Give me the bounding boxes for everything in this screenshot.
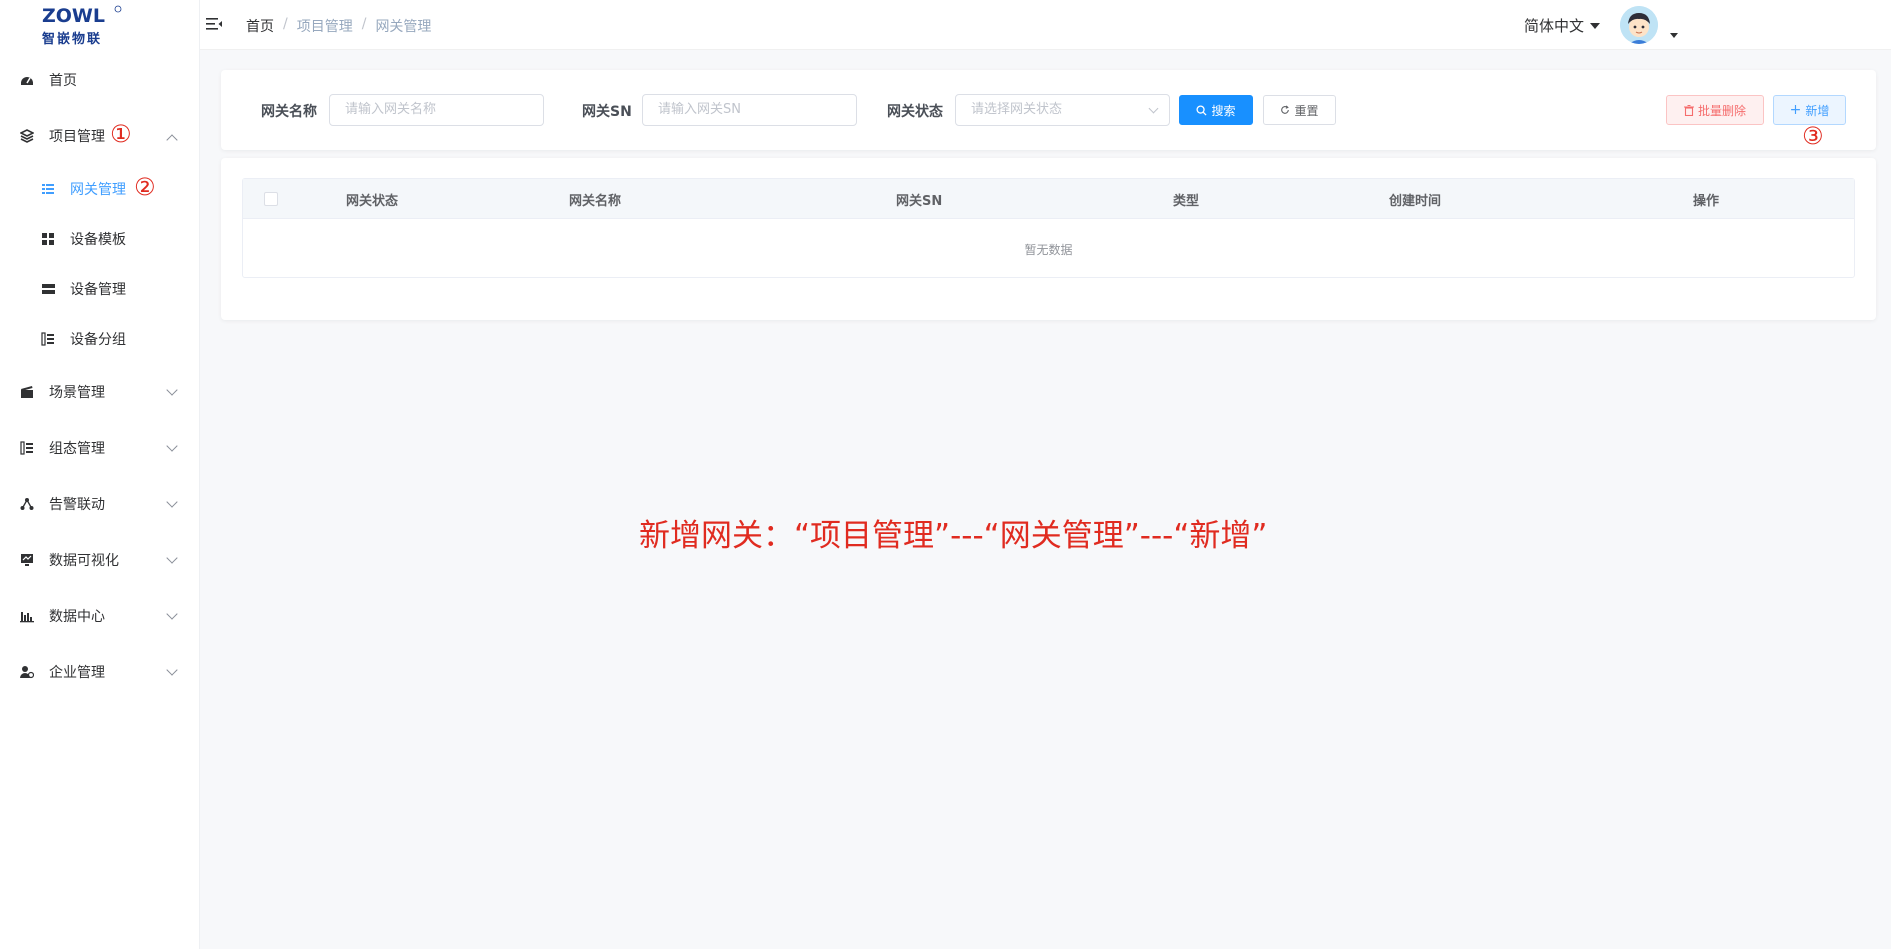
sidebar-item-label: 场景管理 bbox=[49, 385, 105, 401]
column-header[interactable]: 类型 bbox=[1173, 190, 1199, 209]
chevron-down-icon bbox=[166, 664, 178, 676]
network-icon bbox=[19, 496, 35, 512]
sidebar-item-datacenter[interactable]: 数据中心 bbox=[0, 588, 199, 644]
table-panel: 网关状态 网关名称 网关SN 类型 创建时间 操作 暂无数据 bbox=[221, 158, 1876, 320]
sidebar-item-project[interactable]: 项目管理 ① bbox=[0, 108, 199, 164]
sidebar-item-config[interactable]: 组态管理 bbox=[0, 420, 199, 476]
menu-fold-icon[interactable] bbox=[206, 16, 222, 32]
sidebar-subitem-label: 设备模板 bbox=[70, 232, 126, 248]
instruction-annotation: 新增网关：“项目管理”---“网关管理”---“新增” bbox=[639, 518, 1268, 554]
search-icon bbox=[1196, 104, 1208, 116]
breadcrumb-home[interactable]: 首页 bbox=[246, 16, 274, 36]
gateway-table: 网关状态 网关名称 网关SN 类型 创建时间 操作 暂无数据 bbox=[242, 178, 1855, 278]
gateway-sn-input[interactable]: 请输入网关SN bbox=[642, 94, 857, 126]
chevron-down-icon bbox=[166, 552, 178, 564]
logo-text: 智嵌物联 bbox=[42, 32, 103, 47]
chevron-down-icon bbox=[166, 440, 178, 452]
step-marker-1: ① bbox=[110, 120, 132, 148]
sidebar-item-visualization[interactable]: 数据可视化 bbox=[0, 532, 199, 588]
reset-button[interactable]: 重置 bbox=[1263, 95, 1336, 125]
column-header[interactable]: 网关名称 bbox=[569, 190, 621, 209]
sidebar-item-label: 首页 bbox=[49, 73, 77, 89]
list-tree-icon bbox=[19, 440, 35, 456]
sidebar-item-label: 企业管理 bbox=[49, 665, 105, 681]
language-selector[interactable]: 简体中文 bbox=[1524, 15, 1601, 36]
list-icon bbox=[40, 181, 56, 197]
sidebar-item-label: 数据中心 bbox=[49, 609, 105, 625]
plus-icon: + bbox=[1789, 102, 1802, 118]
batch-delete-button[interactable]: 批量删除 bbox=[1666, 95, 1764, 125]
sidebar-subitem-group[interactable]: 设备分组 bbox=[0, 314, 199, 364]
chevron-down-icon bbox=[166, 384, 178, 396]
select-all-checkbox[interactable] bbox=[264, 192, 278, 206]
gateway-name-input[interactable]: 请输入网关名称 bbox=[329, 94, 544, 126]
gateway-name-label: 网关名称 bbox=[261, 104, 317, 120]
gateway-status-label: 网关状态 bbox=[887, 104, 943, 120]
gateway-status-select[interactable]: 请选择网关状态 bbox=[955, 94, 1170, 126]
chevron-down-icon bbox=[166, 608, 178, 620]
sidebar-item-home[interactable]: 首页 bbox=[0, 52, 199, 108]
table-header: 网关状态 网关名称 网关SN 类型 创建时间 操作 bbox=[243, 179, 1854, 219]
language-label: 简体中文 bbox=[1524, 17, 1585, 35]
refresh-icon bbox=[1281, 105, 1290, 114]
clapperboard-icon bbox=[19, 384, 35, 400]
empty-state-text: 暂无数据 bbox=[1024, 243, 1073, 257]
sidebar-subitem-label: 网关管理 bbox=[70, 182, 126, 198]
group-icon bbox=[40, 331, 56, 347]
sidebar-subitem-device[interactable]: 设备管理 bbox=[0, 264, 199, 314]
avatar-icon bbox=[1620, 6, 1658, 44]
server-icon bbox=[40, 281, 56, 297]
chevron-up-icon bbox=[166, 134, 178, 146]
user-gear-icon bbox=[19, 664, 35, 680]
select-placeholder: 请选择网关状态 bbox=[971, 102, 1063, 117]
sidebar: ZOWL 智嵌物联 首页 项目管理 ① 网关管理 ② 设备模板 设备管理 设备分… bbox=[0, 0, 200, 949]
svg-text:ZOWL: ZOWL bbox=[42, 5, 105, 25]
breadcrumb: 首页 / 项目管理 / 网关管理 bbox=[246, 16, 431, 36]
sidebar-item-label: 告警联动 bbox=[49, 497, 105, 513]
sidebar-item-label: 项目管理 bbox=[49, 129, 105, 145]
grid-icon bbox=[40, 231, 56, 247]
column-header[interactable]: 网关状态 bbox=[346, 190, 398, 209]
dashboard-icon bbox=[19, 72, 35, 88]
sidebar-item-alarm[interactable]: 告警联动 bbox=[0, 476, 199, 532]
search-button[interactable]: 搜索 bbox=[1179, 95, 1253, 125]
search-panel: 网关名称 请输入网关名称 网关SN 请输入网关SN 网关状态 请选择网关状态 搜… bbox=[221, 70, 1876, 150]
breadcrumb-separator: / bbox=[283, 16, 288, 32]
chevron-down-icon bbox=[166, 496, 178, 508]
batch-delete-label: 批量删除 bbox=[1697, 103, 1746, 118]
chevron-down-icon bbox=[1148, 103, 1159, 114]
add-button[interactable]: + 新增 bbox=[1773, 95, 1846, 125]
column-header[interactable]: 网关SN bbox=[896, 190, 942, 209]
avatar[interactable] bbox=[1620, 6, 1658, 44]
trash-icon bbox=[1683, 104, 1694, 116]
sidebar-subitem-label: 设备分组 bbox=[70, 332, 126, 348]
avatar-caret-icon[interactable] bbox=[1670, 33, 1678, 38]
breadcrumb-gateway: 网关管理 bbox=[375, 19, 432, 35]
breadcrumb-separator: / bbox=[361, 16, 367, 32]
bar-chart-icon bbox=[19, 608, 35, 624]
gateway-sn-label: 网关SN bbox=[582, 104, 632, 120]
search-button-label: 搜索 bbox=[1211, 103, 1236, 118]
monitor-chart-icon bbox=[19, 552, 35, 568]
sidebar-item-enterprise[interactable]: 企业管理 bbox=[0, 644, 199, 700]
sidebar-subitem-gateway[interactable]: 网关管理 ② bbox=[0, 164, 199, 214]
sidebar-item-label: 数据可视化 bbox=[49, 553, 119, 569]
sidebar-subitem-label: 设备管理 bbox=[70, 282, 126, 298]
sidebar-subitem-template[interactable]: 设备模板 bbox=[0, 214, 199, 264]
add-button-label: 新增 bbox=[1805, 103, 1830, 118]
breadcrumb-project[interactable]: 项目管理 bbox=[297, 16, 353, 36]
column-header[interactable]: 操作 bbox=[1693, 190, 1719, 209]
logo-mark-icon: ZOWL bbox=[42, 5, 122, 25]
logo: ZOWL 智嵌物联 bbox=[0, 0, 199, 52]
sidebar-menu: 首页 项目管理 ① 网关管理 ② 设备模板 设备管理 设备分组 场景管理 组态管… bbox=[0, 52, 199, 700]
caret-down-icon bbox=[1590, 22, 1601, 29]
reset-button-label: 重置 bbox=[1294, 103, 1319, 118]
layers-icon bbox=[19, 128, 35, 144]
sidebar-item-label: 组态管理 bbox=[49, 441, 105, 457]
sidebar-item-scene[interactable]: 场景管理 bbox=[0, 364, 199, 420]
step-marker-3: ③ bbox=[1802, 122, 1824, 150]
step-marker-2: ② bbox=[134, 173, 156, 201]
column-header[interactable]: 创建时间 bbox=[1389, 190, 1441, 209]
